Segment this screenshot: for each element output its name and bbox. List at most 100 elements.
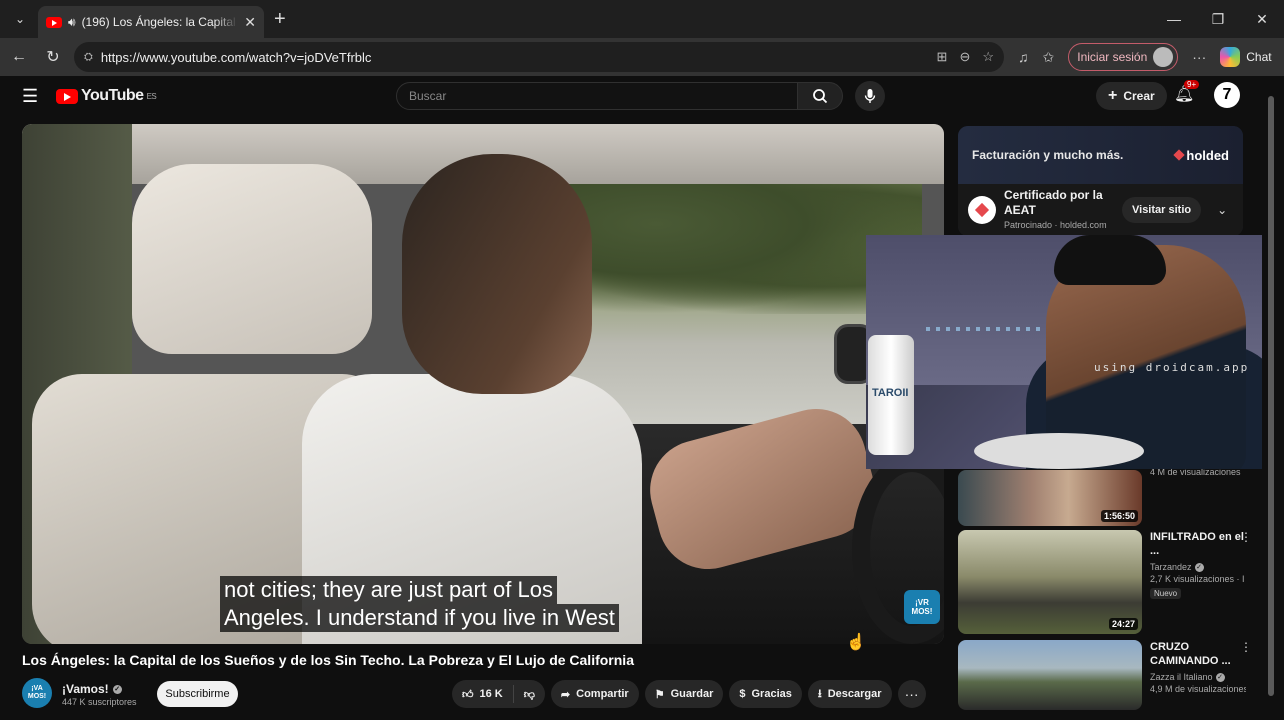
- thumbs-up-icon: 👍︎: [462, 688, 474, 701]
- microphone-icon: [864, 89, 876, 103]
- verified-icon: ✓: [112, 684, 122, 694]
- search-icon: [813, 89, 828, 104]
- more-actions-button[interactable]: ···: [897, 680, 926, 708]
- search-input[interactable]: Buscar: [396, 82, 798, 110]
- verified-icon: ✓: [1215, 672, 1225, 682]
- channel-avatar[interactable]: ¡VA MOS!: [22, 678, 52, 708]
- more-actions-icon[interactable]: ⋮: [1240, 530, 1252, 544]
- url-text: https://www.youtube.com/watch?v=joDVeTfr…: [100, 49, 372, 65]
- youtube-favicon-icon: [46, 16, 62, 28]
- search-button[interactable]: [797, 82, 843, 110]
- video-duration: 1:56:50: [1100, 510, 1138, 522]
- share-label: Compartir: [576, 688, 629, 700]
- copilot-chat-button[interactable]: Chat: [1220, 47, 1272, 67]
- sponsored-ad[interactable]: Facturación y mucho más. holded Certific…: [958, 126, 1243, 236]
- profile-avatar-icon: [1153, 47, 1174, 67]
- ad-headline: Facturación y mucho más.: [972, 148, 1124, 162]
- youtube-header: ☰ YouTube ES Buscar + Crear 🔔︎ 9+ 7: [0, 76, 1262, 116]
- video-duration: 24:27: [1108, 618, 1138, 630]
- subscribe-button[interactable]: Subscribirme: [157, 681, 238, 707]
- video-thumbnail[interactable]: [958, 640, 1142, 710]
- youtube-logo[interactable]: YouTube ES: [56, 87, 157, 105]
- person-beanie: [1054, 235, 1166, 285]
- bottle-label: TAROII: [872, 387, 909, 399]
- channel-name[interactable]: ¡Vamos! ✓: [62, 682, 122, 696]
- chevron-down-icon[interactable]: ⌄: [1217, 203, 1227, 217]
- new-tab-plus-icon[interactable]: +: [274, 8, 286, 31]
- verified-icon: ✓: [1194, 562, 1204, 572]
- scrollbar-thumb[interactable]: [1268, 96, 1274, 696]
- notification-badge: 9+: [1184, 80, 1200, 89]
- advertiser-icon: [968, 196, 996, 224]
- cam-watermark: using droidcam.app: [1094, 361, 1250, 374]
- tab-close-icon[interactable]: ✕: [244, 14, 256, 31]
- dislike-button[interactable]: 👎︎: [514, 680, 545, 708]
- favorite-star-icon[interactable]: ☆: [982, 49, 994, 65]
- man-head: [402, 154, 592, 394]
- more-actions-icon[interactable]: ⋮: [1240, 640, 1252, 654]
- speaker-icon[interactable]: 🔊︎: [68, 15, 76, 30]
- video-actions: 👍︎ 16 K 👎︎ ➦ Compartir ⚑ Guardar $ Graci…: [452, 680, 926, 708]
- download-label: Descargar: [827, 688, 882, 700]
- signin-button[interactable]: Iniciar sesión: [1068, 43, 1179, 71]
- captions: not cities; they are just part of Los An…: [220, 576, 619, 632]
- rec-channel[interactable]: Tarzandez ✓: [1150, 562, 1246, 572]
- more-options-icon[interactable]: ···: [1192, 49, 1206, 65]
- rec-channel[interactable]: Zazza il Italiano ✓: [1150, 672, 1246, 682]
- thanks-button[interactable]: $ Gracias: [729, 680, 802, 708]
- mouse-cursor-icon: ☝: [846, 634, 866, 651]
- save-label: Guardar: [670, 688, 714, 700]
- restore-icon[interactable]: ❐: [1196, 0, 1240, 38]
- menu-hamburger-icon[interactable]: ☰: [22, 86, 40, 107]
- copilot-icon: [1220, 47, 1241, 67]
- search-placeholder: Buscar: [409, 89, 447, 103]
- caption-line-1: not cities; they are just part of Los: [220, 576, 557, 604]
- minimize-icon[interactable]: —: [1152, 0, 1196, 38]
- recommendation-item[interactable]: 24:27 INFILTRADO en el ... Tarzandez ✓ 2,…: [958, 530, 1252, 634]
- address-field[interactable]: ⛭ https://www.youtube.com/watch?v=joDVeT…: [74, 42, 1004, 72]
- app-available-icon[interactable]: ⊞: [937, 49, 948, 65]
- account-avatar[interactable]: 7: [1214, 82, 1240, 108]
- notifications-button[interactable]: 🔔︎ 9+: [1174, 80, 1200, 104]
- like-count: 16 K: [479, 688, 503, 700]
- logo-text: YouTube: [81, 87, 144, 104]
- ad-banner[interactable]: Facturación y mucho más. holded: [958, 126, 1243, 184]
- video-thumbnail[interactable]: 24:27: [958, 530, 1142, 634]
- video-thumbnail[interactable]: 1:56:50: [958, 470, 1142, 526]
- recommendation-item[interactable]: CRUZO CAMINANDO ... Zazza il Italiano ✓ 4…: [958, 640, 1252, 710]
- tab-title: (196) Los Ángeles: la Capital d: [81, 15, 239, 29]
- holded-logo: holded: [1173, 147, 1229, 163]
- voice-search-button[interactable]: [855, 81, 885, 111]
- ad-line1: Certificado por la AEAT: [1004, 187, 1103, 217]
- close-window-icon[interactable]: ✕: [1240, 0, 1284, 38]
- back-arrow-icon[interactable]: ←: [2, 40, 36, 74]
- download-button[interactable]: ⭳ Descargar: [807, 680, 892, 708]
- ad-text: Certificado por la AEAT Patrocinado · ho…: [1004, 188, 1114, 233]
- site-info-icon[interactable]: ⛭: [84, 51, 93, 64]
- plus-icon: +: [1108, 87, 1118, 104]
- recommendation-item[interactable]: 1:56:50: [958, 470, 1248, 526]
- new-badge: Nuevo: [1150, 588, 1182, 599]
- browser-tab-youtube[interactable]: 🔊︎ (196) Los Ángeles: la Capital d ✕: [38, 6, 264, 38]
- channel-watermark[interactable]: ¡VR MOS!: [904, 590, 940, 624]
- page-scrollbar[interactable]: [1262, 76, 1284, 720]
- channel-subscribers: 447 K suscriptores: [62, 697, 137, 707]
- rec-title[interactable]: INFILTRADO en el ...: [1150, 530, 1246, 558]
- favorites-icon[interactable]: ✩: [1043, 49, 1055, 66]
- like-button[interactable]: 👍︎ 16 K: [452, 680, 513, 708]
- video-player[interactable]: not cities; they are just part of Los An…: [22, 124, 944, 644]
- reload-icon[interactable]: ↻: [36, 40, 70, 74]
- rec-meta: CRUZO CAMINANDO ... Zazza il Italiano ✓ 4…: [1150, 640, 1252, 710]
- create-button[interactable]: + Crear: [1096, 82, 1167, 110]
- zoom-icon[interactable]: ⊖: [959, 49, 970, 65]
- tab-actions-chevron-icon[interactable]: ⌄: [6, 5, 34, 33]
- ad-brand: holded: [1186, 147, 1229, 163]
- visit-site-button[interactable]: Visitar sitio: [1122, 197, 1202, 223]
- video-title: Los Ángeles: la Capital de los Sueños y …: [22, 652, 634, 668]
- plate: [974, 433, 1144, 469]
- media-control-icon[interactable]: ♫: [1018, 49, 1029, 65]
- rec-meta: INFILTRADO en el ... Tarzandez ✓ 2,7 K vi…: [1150, 530, 1252, 634]
- rec-title[interactable]: CRUZO CAMINANDO ...: [1150, 640, 1246, 668]
- share-button[interactable]: ➦ Compartir: [550, 680, 639, 708]
- save-button[interactable]: ⚑ Guardar: [644, 680, 724, 708]
